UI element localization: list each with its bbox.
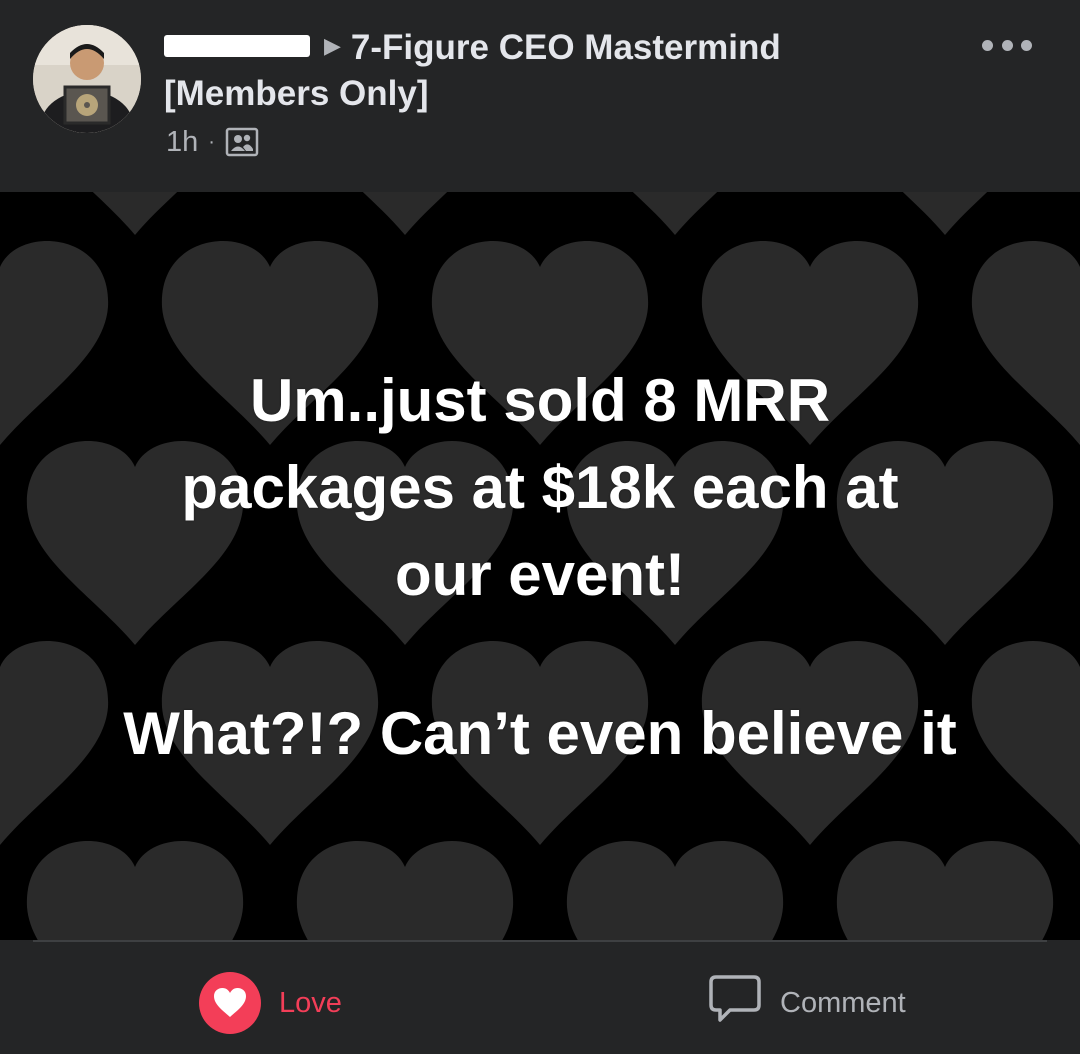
group-members-icon xyxy=(225,125,259,159)
play-arrow-icon: ▶ xyxy=(324,32,341,58)
post-title: ▶ 7-Figure CEO Mastermind [Members Only] xyxy=(164,26,924,116)
comment-button[interactable]: Comment xyxy=(708,972,906,1034)
post-header: ▶ 7-Figure CEO Mastermind [Members Only] … xyxy=(0,0,1080,190)
post-message-line-1: Um..just sold 8 MRR packages at $18k eac… xyxy=(181,367,899,608)
speech-bubble-icon xyxy=(708,973,762,1033)
meta-separator: · xyxy=(208,130,215,153)
love-label: Love xyxy=(279,986,342,1019)
author-name-redacted[interactable] xyxy=(164,34,310,57)
love-button[interactable]: Love xyxy=(199,972,342,1034)
avatar-photo xyxy=(33,25,141,133)
timestamp[interactable]: 1h xyxy=(166,126,198,159)
comment-label: Comment xyxy=(780,986,906,1019)
post-content: Um..just sold 8 MRR packages at $18k eac… xyxy=(0,192,1080,940)
heart-icon xyxy=(199,972,261,1034)
more-options-icon[interactable] xyxy=(982,30,1032,60)
author-avatar[interactable] xyxy=(33,25,141,133)
post-meta: 1h · xyxy=(166,122,259,162)
post-actions: Love Comment xyxy=(0,942,1080,1054)
post-message: Um..just sold 8 MRR packages at $18k eac… xyxy=(60,357,1020,777)
post-message-line-2: What?!? Can’t even believe it xyxy=(123,700,957,767)
